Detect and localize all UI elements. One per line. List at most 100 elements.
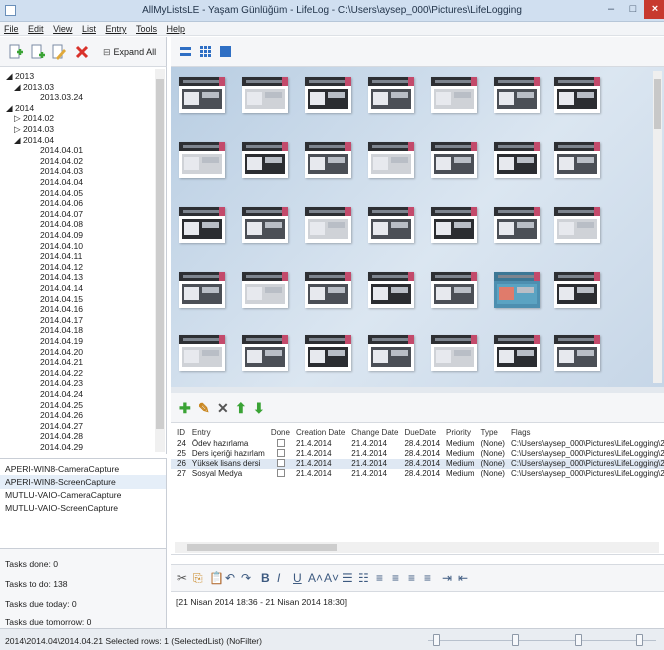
screenshot-thumbnail[interactable]	[179, 335, 225, 371]
align-left-icon[interactable]: ≡	[376, 572, 383, 584]
screenshot-thumbnail[interactable]	[179, 207, 225, 243]
notes-editor[interactable]: [21 Nisan 2014 18:36 - 21 Nisan 2014 18:…	[171, 593, 664, 628]
tree-node[interactable]: 2014.04.24	[40, 389, 83, 399]
col-creation-date[interactable]: Creation Date	[293, 425, 348, 439]
menu-entry[interactable]: Entry	[101, 22, 129, 34]
table-row[interactable]: 25 Ders içeriği hazırlam 21.4.2014 21.4.201…	[171, 449, 664, 459]
col-type[interactable]: Type	[478, 425, 508, 439]
col-change-date[interactable]: Change Date	[348, 425, 401, 439]
tree-node[interactable]: 2014.04.01	[40, 145, 83, 155]
delete-icon[interactable]: ✕	[217, 401, 229, 415]
menu-tools[interactable]: Tools	[132, 22, 160, 34]
capture-source-item[interactable]: MUTLU-VAIO-ScreenCapture	[0, 501, 166, 515]
tree-node[interactable]: 2014.04.26	[40, 410, 83, 420]
col-entry[interactable]: Entry	[189, 425, 268, 439]
tree-node[interactable]: 2014.04.09	[40, 230, 83, 240]
screenshot-thumbnail[interactable]	[494, 335, 540, 371]
table-row[interactable]: 26 Yüksek lisans dersi 21.4.2014 21.4.2014 2…	[171, 459, 664, 469]
tree-node[interactable]: 2014.04.11	[40, 251, 82, 261]
screenshot-thumbnail[interactable]	[494, 142, 540, 178]
screenshot-thumbnail[interactable]	[368, 272, 414, 308]
tree-node[interactable]: 2014.04.12	[40, 262, 83, 272]
table-row[interactable]: 27 Sosyal Medya 21.4.2014 21.4.2014 28.4.201…	[171, 469, 664, 479]
add-icon[interactable]: ✚	[179, 401, 191, 415]
tree-node[interactable]: 2014.04.16	[40, 304, 83, 314]
tree-node[interactable]: 2014.04.07	[40, 209, 83, 219]
tree-node[interactable]: 2014.04.03	[40, 166, 83, 176]
menu-view[interactable]: View	[49, 22, 75, 34]
screenshot-thumbnail[interactable]	[179, 272, 225, 308]
col-done[interactable]: Done	[268, 425, 293, 439]
screenshot-thumbnail[interactable]	[431, 142, 477, 178]
screenshot-thumbnail[interactable]	[242, 335, 288, 371]
expand-all-button[interactable]: Expand All	[103, 47, 157, 58]
tree-node[interactable]: 2014.04.13	[40, 272, 83, 282]
screenshot-thumbnail[interactable]	[305, 142, 351, 178]
grow-font-icon[interactable]: A˄	[308, 572, 323, 584]
bold-icon[interactable]: B	[261, 572, 270, 584]
table-scrollbar[interactable]	[175, 542, 659, 553]
screenshot-thumbnail[interactable]	[431, 335, 477, 371]
tree-node[interactable]: 2014.04.06	[40, 198, 83, 208]
screenshot-thumbnail[interactable]	[431, 272, 477, 308]
screenshot-thumbnail[interactable]	[494, 207, 540, 243]
edit-list-icon[interactable]	[51, 44, 67, 60]
done-checkbox[interactable]	[276, 459, 285, 467]
tree-node[interactable]: ◢ 2014	[6, 103, 34, 114]
capture-source-item[interactable]: MUTLU-VAIO-CameraCapture	[0, 488, 166, 502]
done-checkbox[interactable]	[276, 449, 285, 457]
screenshot-thumbnail[interactable]	[554, 77, 600, 113]
tree-node[interactable]: 2014.04.18	[40, 325, 83, 335]
col-flags[interactable]: Flags	[508, 425, 664, 439]
tree-node[interactable]: 2014.04.19	[40, 336, 83, 346]
justify-icon[interactable]: ≡	[424, 572, 431, 584]
zoom-slider-knob-1[interactable]	[433, 634, 440, 646]
tree-node[interactable]: 2014.04.10	[40, 241, 83, 251]
screenshot-thumbnail[interactable]	[305, 77, 351, 113]
tree-node[interactable]: ◢ 2013	[6, 71, 34, 82]
menu-help[interactable]: Help	[163, 22, 189, 34]
tree-node[interactable]: 2014.04.05	[40, 188, 83, 198]
menu-edit[interactable]: Edit	[24, 22, 47, 34]
screenshot-thumbnail[interactable]	[431, 207, 477, 243]
menu-list[interactable]: List	[78, 22, 99, 34]
gallery-scrollbar[interactable]	[653, 71, 662, 383]
done-checkbox[interactable]	[276, 439, 285, 447]
screenshot-thumbnail[interactable]	[305, 335, 351, 371]
tree-node[interactable]: 2014.04.08	[40, 219, 83, 229]
tree-node[interactable]: 2014.04.14	[40, 283, 83, 293]
tree-node[interactable]: 2014.04.25	[40, 400, 83, 410]
tree-node[interactable]: ▷ 2014.02	[14, 113, 54, 124]
large-view-icon[interactable]	[220, 46, 231, 57]
screenshot-thumbnail[interactable]	[494, 272, 540, 308]
screenshot-thumbnail[interactable]	[242, 142, 288, 178]
table-row[interactable]: 24 Ödev hazırlama 21.4.2014 21.4.2014 28.4.2…	[171, 439, 664, 449]
tree-node[interactable]: 2014.04.28	[40, 431, 83, 441]
zoom-slider-track[interactable]	[428, 640, 656, 641]
tree-scrollbar[interactable]	[155, 69, 165, 452]
tree-node[interactable]: 2014.04.04	[40, 177, 83, 187]
details-view-icon[interactable]	[180, 46, 191, 57]
tree-node[interactable]: 2014.04.02	[40, 156, 83, 166]
screenshot-thumbnail[interactable]	[368, 207, 414, 243]
move-up-icon[interactable]: ⬆	[235, 401, 247, 415]
new-list-icon[interactable]	[8, 44, 24, 60]
tree-node[interactable]: ◢ 2014.04	[14, 135, 54, 146]
screenshot-thumbnail[interactable]	[368, 142, 414, 178]
notes-content[interactable]: [21 Nisan 2014 18:36 - 21 Nisan 2014 18:…	[176, 597, 347, 607]
screenshot-thumbnail[interactable]	[242, 207, 288, 243]
indent-icon[interactable]: ⇥	[442, 572, 452, 584]
edit-icon[interactable]: ✎	[198, 401, 210, 415]
shrink-font-icon[interactable]: A˅	[324, 572, 339, 584]
tree-node[interactable]: 2013.03.24	[40, 92, 83, 102]
screenshot-thumbnail[interactable]	[494, 77, 540, 113]
done-checkbox[interactable]	[276, 469, 285, 477]
screenshot-thumbnail[interactable]	[554, 335, 600, 371]
underline-icon[interactable]: U	[293, 572, 302, 584]
tree-scrollbar-thumb[interactable]	[156, 79, 164, 429]
outdent-icon[interactable]: ⇤	[458, 572, 468, 584]
bullets-icon[interactable]: ☰	[342, 572, 353, 584]
italic-icon[interactable]: I	[277, 572, 280, 584]
capture-source-item[interactable]: APERI-WIN8-ScreenCapture	[0, 475, 166, 489]
copy-icon[interactable]: ⎘	[193, 572, 203, 584]
